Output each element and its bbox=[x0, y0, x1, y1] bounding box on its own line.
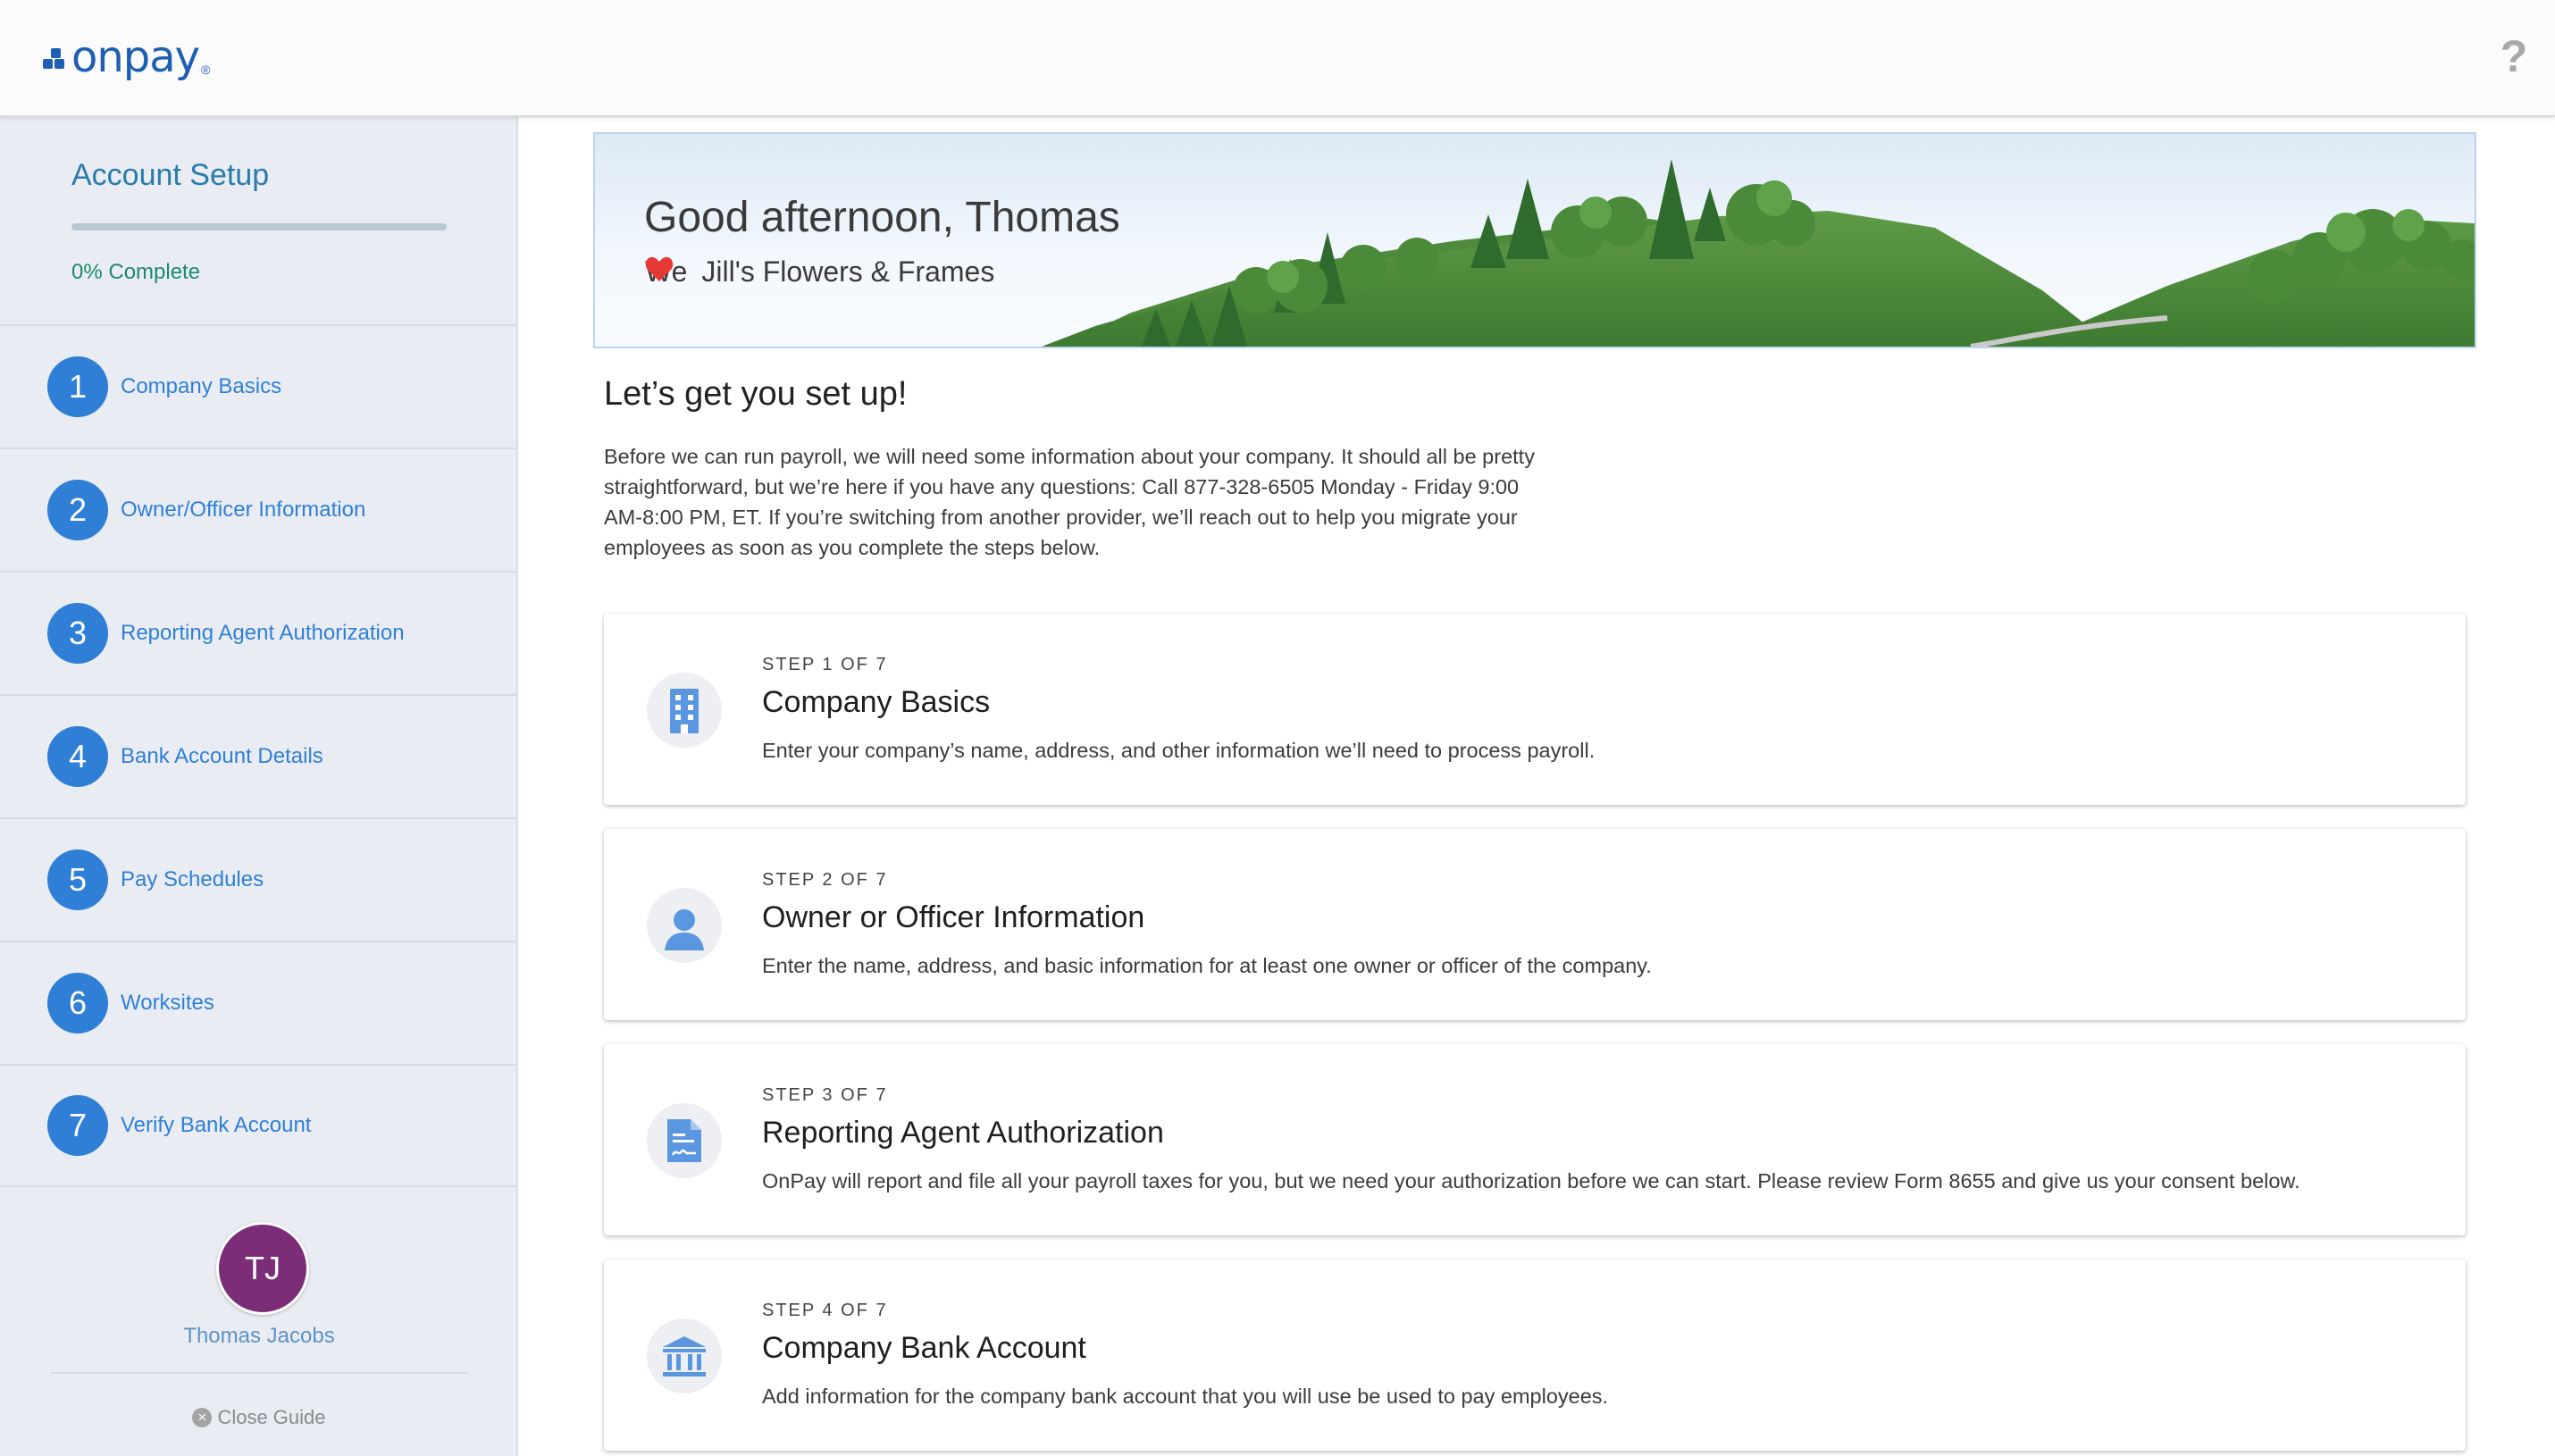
welcome-banner: Good afternoon, Thomas We Jill's Flowers… bbox=[593, 132, 2476, 348]
step-meta: STEP 3 OF 7 bbox=[762, 1085, 888, 1105]
onpay-logo[interactable]: onpay ® bbox=[43, 32, 210, 82]
step-card-company-basics[interactable]: STEP 1 OF 7 Company Basics Enter your co… bbox=[604, 614, 2466, 805]
step-number-badge: 5 bbox=[47, 849, 108, 910]
step-number-badge: 1 bbox=[47, 356, 108, 417]
sidebar-step-label: Verify Bank Account bbox=[121, 1113, 312, 1137]
logo-registered-mark: ® bbox=[201, 63, 211, 77]
company-love-line: We Jill's Flowers & Frames bbox=[645, 255, 994, 289]
step-meta: STEP 1 OF 7 bbox=[762, 655, 888, 674]
greeting-text: Good afternoon, Thomas bbox=[644, 194, 1120, 241]
step-description: Enter your company’s name, address, and … bbox=[762, 739, 1596, 762]
sidebar-step-label: Reporting Agent Authorization bbox=[121, 621, 405, 645]
page-title: Let’s get you set up! bbox=[604, 375, 908, 413]
sidebar-step-worksites[interactable]: 6 Worksites bbox=[0, 941, 516, 1064]
sidebar-step-bank-account-details[interactable]: 4 Bank Account Details bbox=[0, 694, 516, 817]
logo-wordmark: onpay bbox=[71, 32, 200, 82]
logo-dots-icon bbox=[43, 45, 68, 70]
sidebar-title: Account Setup bbox=[71, 158, 270, 192]
step-description: Enter the name, address, and basic infor… bbox=[762, 954, 1652, 977]
step-description: Add information for the company bank acc… bbox=[762, 1385, 1609, 1408]
sidebar-step-label: Company Basics bbox=[121, 374, 282, 398]
sidebar-step-reporting-agent[interactable]: 3 Reporting Agent Authorization bbox=[0, 571, 516, 694]
bank-icon bbox=[647, 1318, 722, 1393]
person-icon bbox=[647, 888, 722, 963]
close-guide-label: Close Guide bbox=[217, 1406, 326, 1428]
step-number-badge: 7 bbox=[47, 1095, 108, 1156]
progress-percent-label: 0% Complete bbox=[71, 260, 201, 284]
sidebar-step-company-basics[interactable]: 1 Company Basics bbox=[0, 324, 516, 448]
user-avatar[interactable]: TJ bbox=[216, 1222, 309, 1315]
sidebar-step-label: Owner/Officer Information bbox=[121, 498, 366, 522]
step-card-reporting-agent[interactable]: STEP 3 OF 7 Reporting Agent Authorizatio… bbox=[604, 1044, 2466, 1235]
company-name: Jill's Flowers & Frames bbox=[701, 255, 995, 288]
sidebar-divider bbox=[50, 1372, 468, 1374]
close-guide-button[interactable]: × Close Guide bbox=[0, 1406, 518, 1429]
sidebar-step-owner-officer[interactable]: 2 Owner/Officer Information bbox=[0, 448, 516, 571]
step-number-badge: 4 bbox=[47, 726, 108, 787]
signed-document-icon bbox=[647, 1103, 722, 1178]
step-title: Company Basics bbox=[762, 685, 991, 719]
sidebar-step-label: Worksites bbox=[121, 991, 214, 1015]
setup-guide-sidebar: Account Setup 0% Complete 1 Company Basi… bbox=[0, 117, 518, 1456]
sidebar-step-verify-bank-account[interactable]: 7 Verify Bank Account bbox=[0, 1064, 516, 1187]
top-header: onpay ® ? bbox=[0, 0, 2555, 117]
step-title: Reporting Agent Authorization bbox=[762, 1116, 1164, 1150]
help-icon[interactable]: ? bbox=[2498, 34, 2530, 79]
sidebar-step-label: Bank Account Details bbox=[121, 744, 323, 768]
step-meta: STEP 2 OF 7 bbox=[762, 870, 888, 890]
intro-paragraph: Before we can run payroll, we will need … bbox=[604, 445, 1535, 559]
sidebar-step-label: Pay Schedules bbox=[121, 867, 264, 891]
step-number-badge: 3 bbox=[47, 603, 108, 664]
step-card-company-bank-account[interactable]: STEP 4 OF 7 Company Bank Account Add inf… bbox=[604, 1259, 2466, 1451]
step-number-badge: 6 bbox=[47, 973, 108, 1033]
sidebar-step-list: 1 Company Basics 2 Owner/Officer Informa… bbox=[0, 324, 516, 1187]
step-number-badge: 2 bbox=[47, 480, 108, 540]
step-meta: STEP 4 OF 7 bbox=[762, 1301, 888, 1320]
step-title: Company Bank Account bbox=[762, 1331, 1086, 1365]
building-icon bbox=[647, 673, 722, 748]
setup-progress-bar bbox=[71, 223, 447, 230]
step-title: Owner or Officer Information bbox=[762, 900, 1145, 934]
user-name: Thomas Jacobs bbox=[183, 1324, 335, 1348]
step-card-owner-officer[interactable]: STEP 2 OF 7 Owner or Officer Information… bbox=[604, 829, 2466, 1020]
close-circle-icon: × bbox=[192, 1408, 213, 1427]
step-description: OnPay will report and file all your payr… bbox=[762, 1169, 2300, 1192]
sidebar-step-pay-schedules[interactable]: 5 Pay Schedules bbox=[0, 817, 516, 941]
